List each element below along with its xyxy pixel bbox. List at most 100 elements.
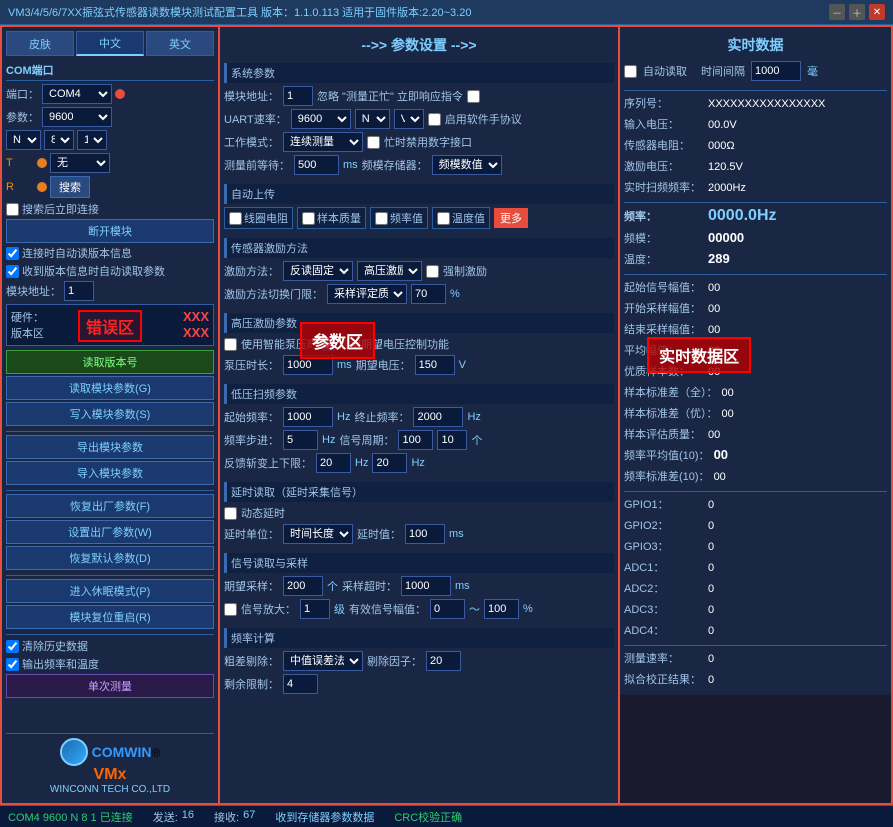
compare-result-row: 拟合校正结果： 0 <box>624 670 887 688</box>
switch-limit-row: 激励方法切换门限： 采样评定质量值 % <box>224 284 614 304</box>
tab-english[interactable]: 英文 <box>146 31 214 56</box>
port-select[interactable]: COM4 <box>42 84 112 104</box>
com-section-label: COM端口 <box>6 60 214 81</box>
valid-amplitude-min-input[interactable] <box>430 599 465 619</box>
uart-baud-select[interactable]: 9600 <box>291 109 351 129</box>
coarse-remove-select[interactable]: 中值误差法 <box>283 651 363 671</box>
excite-method-select[interactable]: 反读固定 <box>283 261 353 281</box>
auto-read-checkbox-right[interactable] <box>624 65 637 78</box>
excite-voltage-label: 激励电压： <box>624 158 704 174</box>
module-addr-input[interactable] <box>64 281 94 301</box>
sleep-mode-button[interactable]: 进入休眠模式(P) <box>6 579 214 603</box>
freq-store-select[interactable]: 频模数值 <box>432 155 502 175</box>
ignore-busy-checkbox[interactable] <box>467 90 480 103</box>
startup-handshake-checkbox[interactable] <box>428 113 441 126</box>
valid-amplitude-max-input[interactable] <box>484 599 519 619</box>
sample-quality-checkbox[interactable] <box>302 212 315 225</box>
force-excite-checkbox[interactable] <box>426 265 439 278</box>
gpio2-row: GPIO2： 0 <box>624 516 887 534</box>
smart-pump-checkbox[interactable] <box>224 338 237 351</box>
excite-type-select[interactable]: 高压激励 <box>357 261 422 281</box>
maximize-button[interactable]: ＋ <box>849 4 865 20</box>
send-status: 发送: 16 <box>153 809 194 825</box>
freq-value-checkbox[interactable] <box>375 212 388 225</box>
more-button[interactable]: 更多 <box>494 208 528 228</box>
delay-unit-select[interactable]: 时间长度 <box>283 524 353 544</box>
feedback-min-input[interactable] <box>316 453 351 473</box>
disconnect-button[interactable]: 断开模块 <box>6 219 214 243</box>
single-measure-button[interactable]: 单次测量 <box>6 674 214 698</box>
set-factory-button[interactable]: 设置出厂参数(W) <box>6 520 214 544</box>
auto-version-checkbox[interactable] <box>6 247 19 260</box>
sample-end-value: 00 <box>708 324 720 336</box>
signal-period-input2[interactable] <box>437 430 467 450</box>
sample-timeout-label: 采样超时： <box>342 578 397 594</box>
tab-chinese[interactable]: 中文 <box>76 31 144 56</box>
tab-skin[interactable]: 皮肤 <box>6 31 74 56</box>
wait-input[interactable] <box>294 155 339 175</box>
close-button[interactable]: ✕ <box>869 4 885 20</box>
parity-select[interactable]: N <box>6 130 41 150</box>
switch-limit-select[interactable]: 采样评定质量值 <box>327 284 407 304</box>
databits-select[interactable]: 8 <box>44 130 74 150</box>
restore-default-button[interactable]: 恢复默认参数(D) <box>6 546 214 570</box>
avg-amplitude-row: 平均幅值： 00 <box>624 341 887 359</box>
coil-resist-checkbox[interactable] <box>229 212 242 225</box>
clear-history-checkbox[interactable] <box>6 640 19 653</box>
output-freq-checkbox[interactable] <box>6 658 19 671</box>
expected-sample-input[interactable] <box>283 576 323 596</box>
uart-v-select[interactable]: V <box>394 109 424 129</box>
pump-time-input[interactable] <box>283 355 333 375</box>
delay-unit-label: 延时单位： <box>224 526 279 542</box>
signal-gain-input[interactable] <box>300 599 330 619</box>
stopbits-select[interactable]: 1 <box>77 130 107 150</box>
end-freq-input[interactable] <box>413 407 463 427</box>
time-interval-input[interactable] <box>751 61 801 81</box>
send-label: 发送: <box>153 809 178 825</box>
import-params-button[interactable]: 导入模块参数 <box>6 461 214 485</box>
good-samples-row: 优质样本数： 00 <box>624 362 887 380</box>
t-dot <box>37 158 47 168</box>
uart-n-select[interactable]: N <box>355 109 390 129</box>
read-module-params-button[interactable]: 读取模块参数(G) <box>6 376 214 400</box>
auto-read-checkbox[interactable] <box>6 265 19 278</box>
temp-value-checkbox[interactable] <box>437 212 450 225</box>
tab-bar: 皮肤 中文 英文 <box>6 31 214 56</box>
restore-factory-button[interactable]: 恢复出厂参数(F) <box>6 494 214 518</box>
period-control-label: 启用期望电压控制功能 <box>339 336 449 352</box>
signal-period-input1[interactable] <box>398 430 433 450</box>
recv-status: 接收: 67 <box>214 809 255 825</box>
write-module-params-button[interactable]: 写入模块参数(S) <box>6 402 214 426</box>
remainder-limit-input[interactable] <box>283 674 318 694</box>
system-params-title: 系统参数 <box>224 63 614 83</box>
reboot-button[interactable]: 模块复位重启(R) <box>6 605 214 629</box>
busy-digital-checkbox[interactable] <box>367 136 380 149</box>
feedback-max-input[interactable] <box>372 453 407 473</box>
remove-factor-input[interactable] <box>426 651 461 671</box>
work-mode-select[interactable]: 连续测量 <box>283 132 363 152</box>
wait-label: 测量前等待： <box>224 157 290 173</box>
switch-limit-input[interactable] <box>411 284 446 304</box>
read-version-button[interactable]: 读取版本号 <box>6 350 214 374</box>
export-params-button[interactable]: 导出模块参数 <box>6 435 214 459</box>
period-control-checkbox[interactable] <box>322 338 335 351</box>
sample-timeout-input[interactable] <box>401 576 451 596</box>
feedback-min-unit: Hz <box>355 457 368 469</box>
freq-step-input[interactable] <box>283 430 318 450</box>
baud-select[interactable]: 9600 <box>42 107 112 127</box>
delay-value-input[interactable] <box>405 524 445 544</box>
search-button[interactable]: 搜索 <box>50 176 90 198</box>
module-addr-param-input[interactable] <box>283 86 313 106</box>
t-select[interactable]: 无 <box>50 153 110 173</box>
send-value: 16 <box>182 809 194 825</box>
sample-std-all-value: 00 <box>722 387 734 399</box>
high-voltage-title: 高压激励参数 <box>224 313 614 333</box>
signal-gain-checkbox[interactable] <box>224 603 237 616</box>
auto-connect-checkbox[interactable] <box>6 203 19 216</box>
input-voltage-label: 输入电压： <box>624 116 704 132</box>
minimize-button[interactable]: － <box>829 4 845 20</box>
dynamic-delay-checkbox[interactable] <box>224 507 237 520</box>
start-freq-input[interactable] <box>283 407 333 427</box>
expected-voltage-input[interactable] <box>415 355 455 375</box>
input-voltage-value: 00.0V <box>708 119 737 131</box>
